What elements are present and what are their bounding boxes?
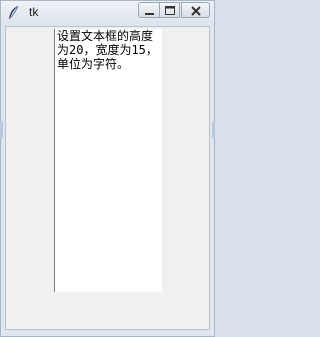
window-edge-highlight	[0, 121, 3, 139]
title-bar[interactable]: tk	[1, 1, 214, 25]
window-title: tk	[29, 5, 39, 19]
window-client-area: 设置文本框的高度为20，宽度为15，单位为字符。	[5, 26, 210, 330]
maximize-button[interactable]	[159, 2, 180, 18]
app-window: tk 设置文本框的高度为20，宽度为15，单位为字符。	[0, 0, 215, 337]
text-box[interactable]: 设置文本框的高度为20，宽度为15，单位为字符。	[54, 29, 162, 292]
maximize-icon	[165, 6, 175, 15]
minimize-button[interactable]	[138, 2, 160, 18]
feather-icon[interactable]	[7, 5, 21, 21]
close-button[interactable]	[181, 2, 210, 18]
close-icon	[191, 6, 201, 16]
minimize-icon	[145, 13, 154, 15]
window-edge-highlight	[212, 121, 215, 139]
text-box-content[interactable]: 设置文本框的高度为20，宽度为15，单位为字符。	[57, 29, 161, 71]
